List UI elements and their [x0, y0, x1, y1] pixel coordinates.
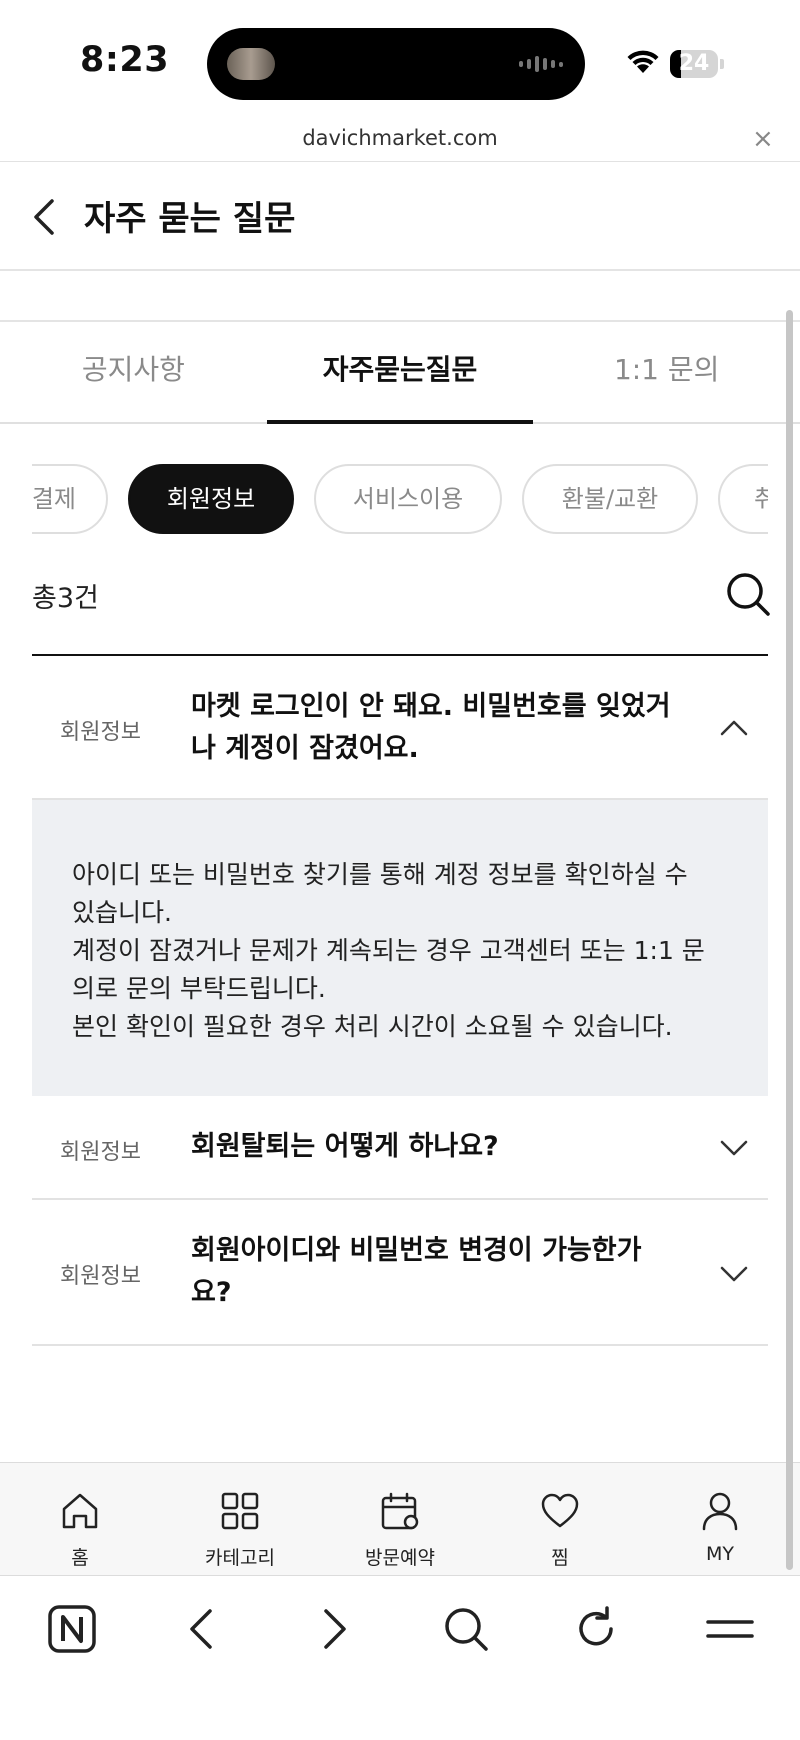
audio-wave-icon — [519, 56, 563, 72]
battery-indicator: 24 — [670, 50, 724, 78]
calendar-icon — [381, 1492, 419, 1530]
close-icon[interactable]: × — [752, 124, 774, 154]
naver-home-icon[interactable] — [42, 1599, 102, 1659]
nav-label: 방문예약 — [365, 1547, 435, 1569]
dynamic-island — [207, 28, 585, 100]
faq-answer-line: 있습니다. — [72, 898, 172, 927]
nav-label: 홈 — [71, 1547, 89, 1569]
chevron-down-icon[interactable] — [718, 1138, 750, 1158]
clock: 8:23 — [80, 40, 170, 80]
menu-icon[interactable] — [700, 1599, 760, 1659]
collapsed-profile-strip — [0, 272, 800, 322]
now-playing-artwork-icon — [227, 48, 275, 80]
faq-answer-line: 아이디 또는 비밀번호 찾기를 통해 계정 정보를 확인하실 수 — [72, 860, 688, 889]
tab-faq[interactable]: 자주묻는질문 — [266, 322, 534, 424]
chip-service[interactable]: 서비스이용 — [314, 464, 502, 534]
bottom-nav: 홈 카테고리 방문예약 찜 MY — [0, 1462, 800, 1576]
result-count: 총3건 — [32, 583, 99, 614]
forward-icon[interactable] — [304, 1599, 364, 1659]
faq-question-line: 회원아이디와 비밀번호 변경이 가능한가 — [191, 1235, 642, 1266]
result-count-row: 총3건 — [32, 560, 770, 656]
back-icon[interactable] — [172, 1599, 232, 1659]
faq-question-line: 나 계정이 잠겼어요. — [191, 733, 419, 764]
chip-member-info[interactable]: 회원정보 — [128, 464, 294, 534]
nav-visit-booking[interactable]: 방문예약 — [320, 1463, 480, 1577]
faq-item-login[interactable]: 회원정보 마켓 로그인이 안 돼요. 비밀번호를 잊었거 나 계정이 잠겼어요. — [32, 656, 768, 800]
faq-question: 회원아이디와 비밀번호 변경이 가능한가 요? — [191, 1230, 681, 1314]
search-icon[interactable] — [436, 1599, 496, 1659]
grid-icon — [221, 1492, 259, 1530]
status-bar: 8:23 24 — [0, 0, 800, 125]
faq-question-line: 마켓 로그인이 안 돼요. 비밀번호를 잊었거 — [191, 691, 671, 722]
chevron-down-icon[interactable] — [718, 1264, 750, 1284]
user-icon — [702, 1492, 738, 1531]
board-tabs: 공지사항 자주묻는질문 1:1 문의 — [0, 322, 800, 424]
nav-home[interactable]: 홈 — [0, 1463, 160, 1577]
chip-payment[interactable]: 결제 — [32, 464, 108, 534]
faq-category: 회원정보 — [60, 720, 141, 745]
reload-icon[interactable] — [566, 1599, 626, 1659]
home-icon — [62, 1493, 98, 1529]
nav-label: MY — [706, 1543, 734, 1565]
tab-inquiry[interactable]: 1:1 문의 — [533, 322, 800, 422]
page-title: 자주 묻는 질문 — [84, 199, 296, 239]
faq-question-line: 요? — [191, 1277, 232, 1308]
browser-toolbar — [0, 1577, 800, 1740]
category-chips: 결제 회원정보 서비스이용 환불/교환 취 — [32, 462, 768, 536]
tab-notice[interactable]: 공지사항 — [0, 322, 267, 422]
faq-answer-line: 계정이 잠겼거나 문제가 계속되는 경우 고객센터 또는 1:1 문 — [72, 936, 705, 965]
faq-answer-line: 본인 확인이 필요한 경우 처리 시간이 소요될 수 있습니다. — [72, 1012, 673, 1041]
faq-category: 회원정보 — [60, 1140, 141, 1165]
faq-item-withdrawal[interactable]: 회원정보 회원탈퇴는 어떻게 하나요? — [32, 1096, 768, 1200]
wifi-icon — [627, 50, 659, 73]
nav-category[interactable]: 카테고리 — [160, 1463, 320, 1577]
url-bar[interactable]: davichmarket.com × — [0, 122, 800, 162]
scrollbar[interactable] — [786, 310, 793, 1570]
faq-category: 회원정보 — [60, 1264, 141, 1289]
heart-icon — [541, 1493, 579, 1528]
faq-answer-line: 의로 문의 부탁드립니다. — [72, 974, 326, 1003]
nav-my[interactable]: MY — [640, 1463, 800, 1577]
search-icon[interactable] — [724, 570, 772, 618]
battery-level: 24 — [678, 51, 710, 76]
faq-question: 회원탈퇴는 어떻게 하나요? — [191, 1131, 499, 1162]
url-domain[interactable]: davichmarket.com — [0, 126, 800, 150]
page-header: 자주 묻는 질문 — [0, 163, 800, 271]
faq-answer: 아이디 또는 비밀번호 찾기를 통해 계정 정보를 확인하실 수 있습니다. 계… — [32, 800, 768, 1096]
nav-wishlist[interactable]: 찜 — [480, 1463, 640, 1577]
faq-item-change-credentials[interactable]: 회원정보 회원아이디와 비밀번호 변경이 가능한가 요? — [32, 1200, 768, 1346]
nav-label: 카테고리 — [205, 1547, 275, 1569]
chip-cancel[interactable]: 취 — [718, 464, 768, 534]
chevron-up-icon[interactable] — [718, 718, 750, 738]
chevron-left-icon[interactable] — [24, 193, 64, 241]
faq-question: 마켓 로그인이 안 돼요. 비밀번호를 잊었거 나 계정이 잠겼어요. — [191, 686, 681, 770]
chip-refund[interactable]: 환불/교환 — [522, 464, 698, 534]
nav-label: 찜 — [551, 1547, 569, 1569]
